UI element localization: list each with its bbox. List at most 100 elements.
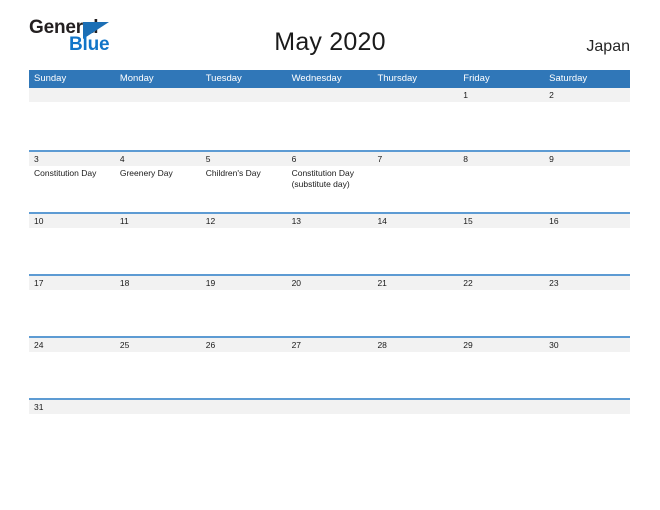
- day-number[interactable]: 30: [544, 338, 630, 352]
- day-event[interactable]: [458, 102, 544, 148]
- day-number[interactable]: [372, 88, 458, 102]
- day-event[interactable]: [29, 290, 115, 336]
- day-number[interactable]: [544, 400, 630, 414]
- day-number[interactable]: 22: [458, 276, 544, 290]
- day-event[interactable]: [115, 228, 201, 274]
- day-event[interactable]: [458, 352, 544, 398]
- weekday-header-thursday: Thursday: [377, 73, 418, 84]
- calendar-page: { "brand": { "name_part1": "General", "n…: [0, 0, 660, 510]
- day-number[interactable]: 10: [29, 214, 115, 228]
- day-event[interactable]: [29, 228, 115, 274]
- day-number[interactable]: [115, 400, 201, 414]
- day-number[interactable]: 16: [544, 214, 630, 228]
- day-event[interactable]: [372, 290, 458, 336]
- week-date-band: 10 11 12 13 14 15 16: [29, 214, 630, 228]
- day-event[interactable]: [201, 290, 287, 336]
- week-date-band: 24 25 26 27 28 29 30: [29, 338, 630, 352]
- page-header: General Blue May 2020 Japan: [0, 0, 660, 68]
- day-number[interactable]: 2: [544, 88, 630, 102]
- page-title: May 2020: [274, 28, 386, 56]
- locale-label: Japan: [586, 38, 630, 55]
- day-number[interactable]: 19: [201, 276, 287, 290]
- week-event-band: [29, 102, 630, 148]
- day-event[interactable]: [544, 102, 630, 148]
- day-number[interactable]: 15: [458, 214, 544, 228]
- day-number[interactable]: 1: [458, 88, 544, 102]
- week-event-band: [29, 228, 630, 274]
- day-event[interactable]: [201, 102, 287, 148]
- day-event[interactable]: [544, 228, 630, 274]
- weekday-header-sunday: Sunday: [34, 73, 67, 84]
- day-number[interactable]: 28: [372, 338, 458, 352]
- weekday-header-monday: Monday: [119, 73, 154, 84]
- weekday-header-row: Sunday Monday Tuesday Wednesday Thursday…: [29, 70, 630, 88]
- day-number[interactable]: 21: [372, 276, 458, 290]
- day-event[interactable]: [201, 228, 287, 274]
- day-number[interactable]: 23: [544, 276, 630, 290]
- day-event[interactable]: [287, 352, 373, 398]
- day-event[interactable]: [372, 166, 458, 212]
- week-event-band: Constitution Day Greenery Day Children's…: [29, 166, 630, 212]
- day-event[interactable]: [115, 352, 201, 398]
- day-number[interactable]: [287, 88, 373, 102]
- day-number[interactable]: 31: [29, 400, 115, 414]
- day-number[interactable]: 17: [29, 276, 115, 290]
- day-number[interactable]: 5: [201, 152, 287, 166]
- day-event[interactable]: [458, 166, 544, 212]
- day-event[interactable]: [201, 352, 287, 398]
- week-row: 10 11 12 13 14 15 16: [29, 212, 630, 274]
- day-number[interactable]: 20: [287, 276, 373, 290]
- day-event[interactable]: [29, 352, 115, 398]
- week-row: 24 25 26 27 28 29 30: [29, 336, 630, 398]
- day-number[interactable]: 12: [201, 214, 287, 228]
- day-event[interactable]: [29, 102, 115, 148]
- day-number[interactable]: 13: [287, 214, 373, 228]
- day-number[interactable]: 29: [458, 338, 544, 352]
- day-number[interactable]: 9: [544, 152, 630, 166]
- week-date-band: 31: [29, 400, 630, 414]
- day-event[interactable]: [458, 290, 544, 336]
- day-number[interactable]: [115, 88, 201, 102]
- day-number[interactable]: [201, 400, 287, 414]
- day-event[interactable]: [458, 228, 544, 274]
- day-event[interactable]: [115, 102, 201, 148]
- day-number[interactable]: 25: [115, 338, 201, 352]
- day-number[interactable]: 8: [458, 152, 544, 166]
- day-number[interactable]: [287, 400, 373, 414]
- day-event[interactable]: [544, 352, 630, 398]
- day-event[interactable]: [372, 102, 458, 148]
- day-event[interactable]: [287, 102, 373, 148]
- day-number[interactable]: 7: [372, 152, 458, 166]
- week-row: 1 2: [29, 88, 630, 150]
- day-event[interactable]: Constitution Day (substitute day): [287, 166, 373, 212]
- day-event[interactable]: [287, 290, 373, 336]
- day-number[interactable]: 3: [29, 152, 115, 166]
- day-event[interactable]: [372, 228, 458, 274]
- day-number[interactable]: 4: [115, 152, 201, 166]
- day-event[interactable]: [544, 290, 630, 336]
- day-event[interactable]: [287, 228, 373, 274]
- weekday-header-saturday: Saturday: [549, 73, 588, 84]
- day-number[interactable]: [372, 400, 458, 414]
- day-number[interactable]: 6: [287, 152, 373, 166]
- weekday-header-friday: Friday: [463, 73, 490, 84]
- day-event[interactable]: [372, 352, 458, 398]
- day-number[interactable]: [29, 88, 115, 102]
- weekday-header-tuesday: Tuesday: [205, 73, 242, 84]
- day-event[interactable]: Constitution Day: [29, 166, 115, 212]
- day-number[interactable]: 11: [115, 214, 201, 228]
- day-event[interactable]: [115, 290, 201, 336]
- day-number[interactable]: 18: [115, 276, 201, 290]
- day-event[interactable]: Greenery Day: [115, 166, 201, 212]
- day-event[interactable]: Children's Day: [201, 166, 287, 212]
- calendar-grid: Sunday Monday Tuesday Wednesday Thursday…: [29, 70, 630, 420]
- day-number[interactable]: [458, 400, 544, 414]
- day-number[interactable]: 26: [201, 338, 287, 352]
- day-number[interactable]: 14: [372, 214, 458, 228]
- day-event[interactable]: [544, 166, 630, 212]
- day-number[interactable]: 24: [29, 338, 115, 352]
- day-number[interactable]: 27: [287, 338, 373, 352]
- weekday-header-wednesday: Wednesday: [291, 73, 342, 84]
- week-date-band: 3 4 5 6 7 8 9: [29, 152, 630, 166]
- day-number[interactable]: [201, 88, 287, 102]
